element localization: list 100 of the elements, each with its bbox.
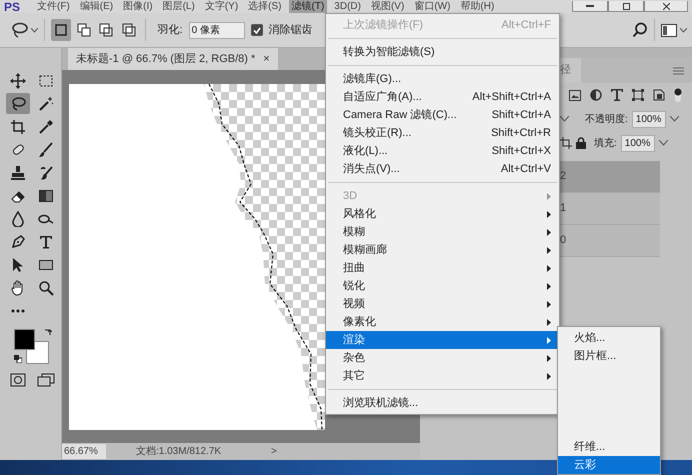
more-icon xyxy=(10,308,26,312)
menu-item[interactable]: 火焰... xyxy=(558,329,660,347)
caret-icon[interactable] xyxy=(670,116,679,122)
menu-item[interactable]: 编辑(E) xyxy=(76,0,116,13)
document-tab[interactable]: 未标题-1 @ 66.7% (图层 2, RGB/8) * xyxy=(76,50,256,68)
gradient-icon xyxy=(38,188,54,204)
toggle-icon[interactable] xyxy=(674,88,682,102)
caret-icon[interactable] xyxy=(560,116,569,122)
zoom-icon xyxy=(38,280,54,296)
crop-icon xyxy=(10,118,26,134)
caret-icon xyxy=(30,28,38,32)
anti-alias-checkbox[interactable] xyxy=(250,24,263,36)
magic-wand-icon xyxy=(38,96,54,112)
shortcut-label: Alt+Ctrl+F xyxy=(501,18,551,33)
feather-label: 羽化: xyxy=(158,22,183,38)
blur-icon xyxy=(10,210,26,226)
menu-item[interactable]: 滤镜库(G)... xyxy=(326,70,559,88)
menu-item[interactable]: 液化(L)... Shift+Ctrl+X xyxy=(326,142,559,160)
status-menu-arrow[interactable]: > xyxy=(271,444,277,459)
color-swatches-icon[interactable] xyxy=(14,329,49,364)
menu-item[interactable]: 图像(I) xyxy=(120,0,156,13)
menu-item[interactable]: 扭曲 xyxy=(326,259,559,277)
default-colors-icon[interactable] xyxy=(14,355,22,363)
fill-label: 填充: xyxy=(594,136,617,150)
menu-item[interactable]: 模糊画廊 xyxy=(326,241,559,259)
move-icon xyxy=(10,72,26,88)
transform-icon[interactable] xyxy=(632,89,644,101)
eyedropper-icon xyxy=(38,118,54,134)
shortcut-label: Shift+Ctrl+A xyxy=(492,108,551,123)
close-icon xyxy=(662,2,670,10)
smart-object-icon[interactable] xyxy=(653,89,665,101)
shortcut-label: Shift+Ctrl+X xyxy=(492,144,551,159)
shortcut-label: Alt+Shift+Ctrl+A xyxy=(472,90,551,105)
menu-item[interactable]: 文字(Y) xyxy=(202,0,242,13)
minimize-icon xyxy=(586,5,594,7)
search-icon[interactable] xyxy=(632,22,648,38)
lasso-icon xyxy=(10,22,28,38)
menu-item[interactable]: 3D(D) xyxy=(331,0,364,13)
menu-item[interactable]: 渲染 xyxy=(326,331,559,349)
menu-item[interactable]: 杂色 xyxy=(326,349,559,367)
menu-item[interactable]: 消失点(V)... Alt+Ctrl+V xyxy=(326,160,559,178)
menu-item[interactable]: 图片框... xyxy=(558,347,660,365)
lasso-icon xyxy=(10,96,26,112)
menu-item[interactable]: 模糊 xyxy=(326,223,559,241)
maximize-icon xyxy=(622,2,630,10)
menu-item[interactable]: 转换为智能滤镜(S) xyxy=(326,43,559,61)
app-logo: PS xyxy=(3,0,22,12)
close-button[interactable] xyxy=(644,1,688,12)
maximize-button[interactable] xyxy=(608,1,644,12)
caret-icon xyxy=(680,28,686,32)
screen-mode-icon[interactable] xyxy=(37,373,55,387)
half-circle-icon[interactable] xyxy=(590,89,602,101)
fill-field[interactable]: 100% xyxy=(620,134,655,152)
menu-item[interactable]: 视频 xyxy=(326,295,559,313)
menu-item[interactable]: Camera Raw 滤镜(C)... Shift+Ctrl+A xyxy=(326,106,559,124)
menu-item[interactable]: 图层(L) xyxy=(160,0,198,13)
document-info: 文档:1.03M/812.7K xyxy=(136,444,222,459)
marquee-icon xyxy=(38,72,54,88)
menu-item[interactable]: 窗口(W) xyxy=(411,0,454,13)
menu-item[interactable]: 帮助(H) xyxy=(457,0,498,13)
menu-item[interactable]: 浏览联机滤镜... xyxy=(326,394,559,412)
lock-position-icon[interactable] xyxy=(560,137,572,149)
selection-mode-button[interactable] xyxy=(50,19,71,41)
lock-icon[interactable] xyxy=(576,137,586,149)
workspace-button[interactable] xyxy=(660,24,686,36)
shortcut-label: Alt+Ctrl+V xyxy=(500,162,551,177)
feather-field[interactable]: 0 像素 xyxy=(188,22,245,38)
check-icon xyxy=(252,26,261,34)
selection-mode-icon xyxy=(121,22,137,38)
opacity-field[interactable]: 100% xyxy=(632,110,666,128)
tab-close-button[interactable]: × xyxy=(263,50,270,68)
swap-icon[interactable] xyxy=(44,329,52,337)
caret-icon[interactable] xyxy=(658,140,668,146)
menu-item[interactable]: 镜头校正(R)... Shift+Ctrl+R xyxy=(326,124,559,142)
quick-mask-icon[interactable] xyxy=(10,373,26,387)
menu-item[interactable]: 滤镜(T) xyxy=(288,0,328,13)
type-icon[interactable] xyxy=(611,89,623,101)
menu-item[interactable]: 云彩 xyxy=(558,456,660,474)
image-icon[interactable] xyxy=(569,90,581,100)
workspace-icon xyxy=(660,24,677,36)
menu-item[interactable]: 风格化 xyxy=(326,205,559,223)
menu-item[interactable]: 纤维... xyxy=(558,438,660,456)
menu-item[interactable]: 自适应广角(A)... Alt+Shift+Ctrl+A xyxy=(326,88,559,106)
menu-item[interactable]: 视图(V) xyxy=(368,0,408,13)
minimize-button[interactable] xyxy=(572,1,608,12)
menu-item[interactable]: 其它 xyxy=(326,367,559,385)
menu-item[interactable]: 选择(S) xyxy=(245,0,285,13)
menu-item[interactable]: 文件(F) xyxy=(34,0,73,13)
selection-mode-icon xyxy=(52,22,69,38)
shortcut-label: Shift+Ctrl+R xyxy=(491,126,551,141)
brush-icon xyxy=(38,142,54,158)
opacity-label: 不透明度: xyxy=(585,112,628,126)
anti-alias-label: 消除锯齿 xyxy=(268,22,313,38)
history-brush-icon xyxy=(38,164,54,180)
menu-item[interactable]: 像素化 xyxy=(326,313,559,331)
selection-mode-icon xyxy=(76,22,92,38)
zoom-field[interactable]: 66.67% xyxy=(62,444,106,459)
tool-preset-picker[interactable] xyxy=(10,22,38,38)
menu-item[interactable]: 锐化 xyxy=(326,277,559,295)
panel-menu-icon[interactable] xyxy=(673,66,684,74)
